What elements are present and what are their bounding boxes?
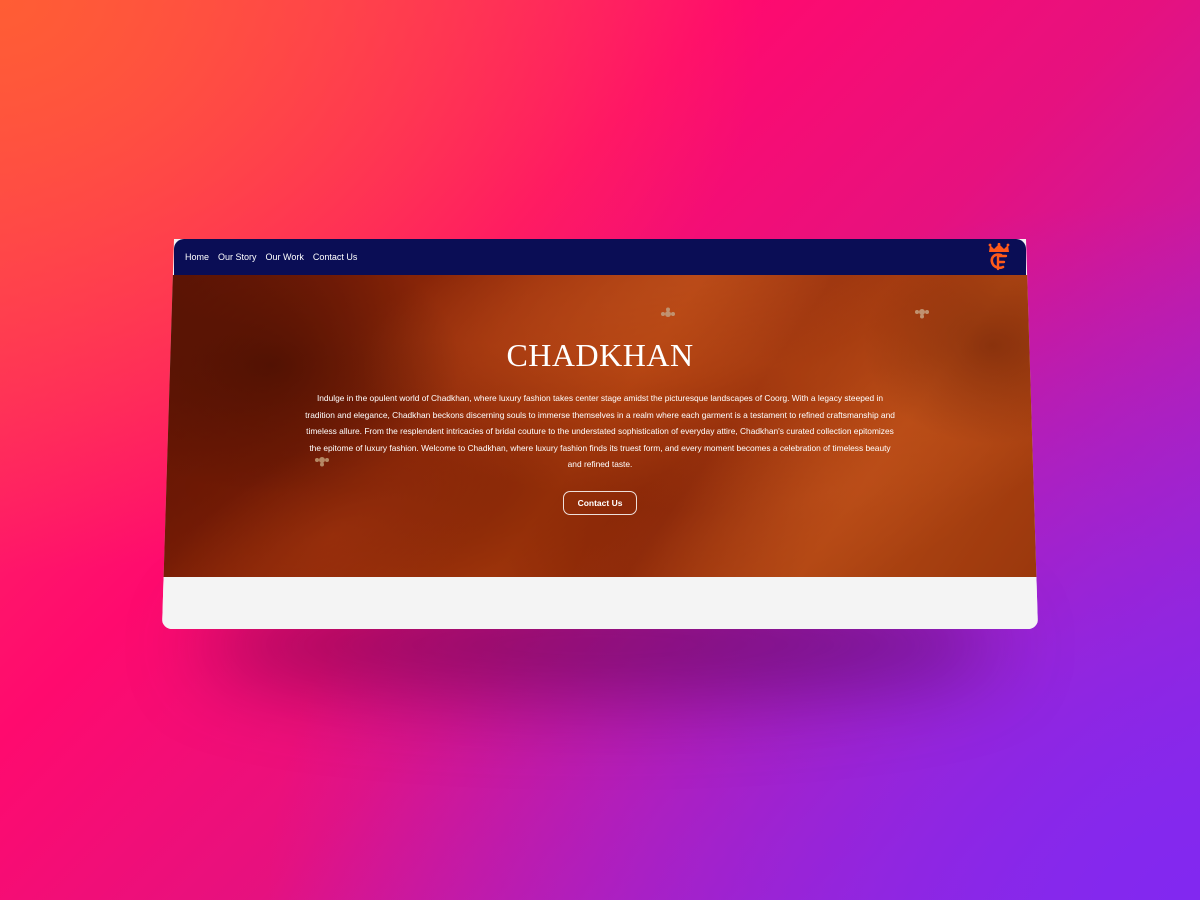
navbar: Home Our Story Our Work Contact Us xyxy=(174,239,1026,275)
hero-section: CHADKHAN Indulge in the opulent world of… xyxy=(162,275,1038,577)
nav-link-contact-us[interactable]: Contact Us xyxy=(313,252,358,262)
nav-links: Home Our Story Our Work Contact Us xyxy=(185,239,357,275)
hero-title: CHADKHAN xyxy=(506,337,694,373)
content-area xyxy=(162,577,1038,629)
crown-monogram-icon[interactable] xyxy=(986,243,1012,271)
contact-us-button[interactable]: Contact Us xyxy=(563,491,637,515)
browser-window: Home Our Story Our Work Contact Us CHADK… xyxy=(162,239,1038,629)
nav-link-home[interactable]: Home xyxy=(185,252,209,262)
nav-link-our-work[interactable]: Our Work xyxy=(266,252,304,262)
nav-link-our-story[interactable]: Our Story xyxy=(218,252,257,262)
hero-description: Indulge in the opulent world of Chadkhan… xyxy=(305,393,895,469)
